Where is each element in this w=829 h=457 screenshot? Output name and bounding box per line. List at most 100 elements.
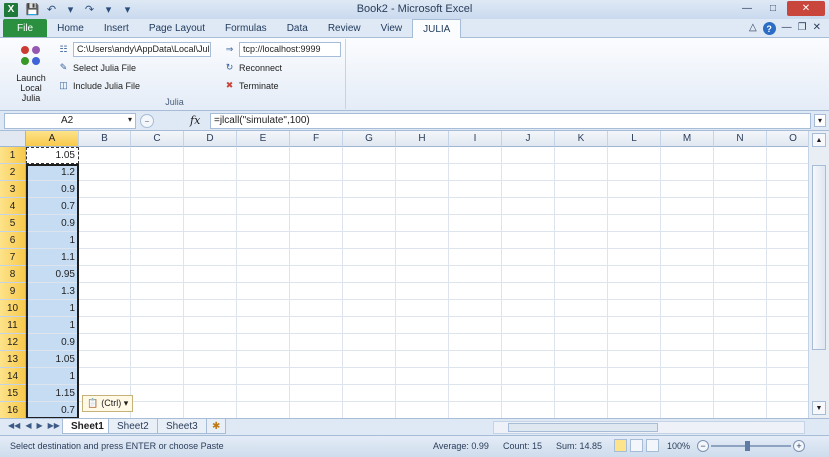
cell-o9[interactable]	[767, 283, 808, 300]
cell-f16[interactable]	[290, 402, 343, 418]
tab-julia[interactable]: JULIA	[412, 19, 462, 38]
row-header-14[interactable]: 14	[0, 368, 26, 385]
cell-i12[interactable]	[449, 334, 502, 351]
cell-m16[interactable]	[661, 402, 714, 418]
cell-n11[interactable]	[714, 317, 767, 334]
cell-d9[interactable]	[184, 283, 237, 300]
vertical-scroll-thumb[interactable]	[812, 165, 826, 350]
cell-l1[interactable]	[608, 147, 661, 164]
cell-c13[interactable]	[131, 351, 184, 368]
workbook-restore-button[interactable]: ❐	[798, 22, 807, 35]
row-header-15[interactable]: 15	[0, 385, 26, 402]
sheet-tab-sheet3[interactable]: Sheet3	[157, 419, 207, 434]
cell-d4[interactable]	[184, 198, 237, 215]
cell-e10[interactable]	[237, 300, 290, 317]
cell-o4[interactable]	[767, 198, 808, 215]
include-julia-file-button[interactable]: ◫ Include Julia File	[58, 80, 140, 91]
workbook-close-button[interactable]: ✕	[813, 22, 821, 35]
cell-m8[interactable]	[661, 266, 714, 283]
tab-file[interactable]: File	[3, 19, 48, 37]
cell-d5[interactable]	[184, 215, 237, 232]
column-header-a[interactable]: A	[26, 131, 79, 147]
cell-f12[interactable]	[290, 334, 343, 351]
cell-g11[interactable]	[343, 317, 396, 334]
cell-o5[interactable]	[767, 215, 808, 232]
paste-options-button[interactable]: 📋 (Ctrl) ▾	[82, 395, 134, 412]
zoom-slider[interactable]: − +	[697, 440, 805, 452]
cell-h9[interactable]	[396, 283, 449, 300]
scroll-down-icon[interactable]: ▼	[812, 401, 826, 415]
cell-g4[interactable]	[343, 198, 396, 215]
cell-f11[interactable]	[290, 317, 343, 334]
cell-j11[interactable]	[502, 317, 555, 334]
cell-m9[interactable]	[661, 283, 714, 300]
cell-d6[interactable]	[184, 232, 237, 249]
cell-k3[interactable]	[555, 181, 608, 198]
cell-c6[interactable]	[131, 232, 184, 249]
cell-g13[interactable]	[343, 351, 396, 368]
column-header-g[interactable]: G	[343, 131, 396, 147]
cell-l9[interactable]	[608, 283, 661, 300]
cell-f7[interactable]	[290, 249, 343, 266]
cell-k13[interactable]	[555, 351, 608, 368]
cell-e7[interactable]	[237, 249, 290, 266]
cell-h11[interactable]	[396, 317, 449, 334]
cell-f6[interactable]	[290, 232, 343, 249]
cell-d13[interactable]	[184, 351, 237, 368]
scroll-up-icon[interactable]: ▲	[812, 133, 826, 147]
cell-o13[interactable]	[767, 351, 808, 368]
cell-e14[interactable]	[237, 368, 290, 385]
cell-o14[interactable]	[767, 368, 808, 385]
cell-n1[interactable]	[714, 147, 767, 164]
cell-j7[interactable]	[502, 249, 555, 266]
cell-e4[interactable]	[237, 198, 290, 215]
zoom-level[interactable]: 100%	[667, 441, 690, 451]
cell-b3[interactable]	[79, 181, 131, 198]
cell-k12[interactable]	[555, 334, 608, 351]
column-header-h[interactable]: H	[396, 131, 449, 147]
cell-l3[interactable]	[608, 181, 661, 198]
cell-b13[interactable]	[79, 351, 131, 368]
cell-e8[interactable]	[237, 266, 290, 283]
cell-i9[interactable]	[449, 283, 502, 300]
cell-o15[interactable]	[767, 385, 808, 402]
cell-c2[interactable]	[131, 164, 184, 181]
column-header-i[interactable]: I	[449, 131, 502, 147]
cell-k5[interactable]	[555, 215, 608, 232]
row-header-13[interactable]: 13	[0, 351, 26, 368]
cell-f13[interactable]	[290, 351, 343, 368]
cell-i2[interactable]	[449, 164, 502, 181]
row-header-12[interactable]: 12	[0, 334, 26, 351]
cell-j13[interactable]	[502, 351, 555, 368]
cell-b1[interactable]	[79, 147, 131, 164]
cell-k1[interactable]	[555, 147, 608, 164]
cell-d1[interactable]	[184, 147, 237, 164]
cell-k6[interactable]	[555, 232, 608, 249]
cell-e3[interactable]	[237, 181, 290, 198]
julia-path-field[interactable]: C:\Users\andy\AppData\Local\Juli	[73, 42, 211, 57]
cell-f5[interactable]	[290, 215, 343, 232]
cell-c7[interactable]	[131, 249, 184, 266]
cell-b4[interactable]	[79, 198, 131, 215]
cell-k4[interactable]	[555, 198, 608, 215]
zoom-out-icon[interactable]: −	[697, 440, 709, 452]
cell-k10[interactable]	[555, 300, 608, 317]
cell-m5[interactable]	[661, 215, 714, 232]
terminate-button[interactable]: ✖ Terminate	[224, 80, 279, 91]
cell-f4[interactable]	[290, 198, 343, 215]
column-header-m[interactable]: M	[661, 131, 714, 147]
cell-h6[interactable]	[396, 232, 449, 249]
cell-g16[interactable]	[343, 402, 396, 418]
column-header-c[interactable]: C	[131, 131, 184, 147]
cell-k2[interactable]	[555, 164, 608, 181]
cell-e15[interactable]	[237, 385, 290, 402]
cell-n7[interactable]	[714, 249, 767, 266]
cell-j3[interactable]	[502, 181, 555, 198]
cell-b12[interactable]	[79, 334, 131, 351]
cell-g12[interactable]	[343, 334, 396, 351]
cell-k9[interactable]	[555, 283, 608, 300]
tab-formulas[interactable]: Formulas	[215, 19, 277, 37]
cell-c16[interactable]	[131, 402, 184, 418]
cell-j12[interactable]	[502, 334, 555, 351]
row-header-11[interactable]: 11	[0, 317, 26, 334]
